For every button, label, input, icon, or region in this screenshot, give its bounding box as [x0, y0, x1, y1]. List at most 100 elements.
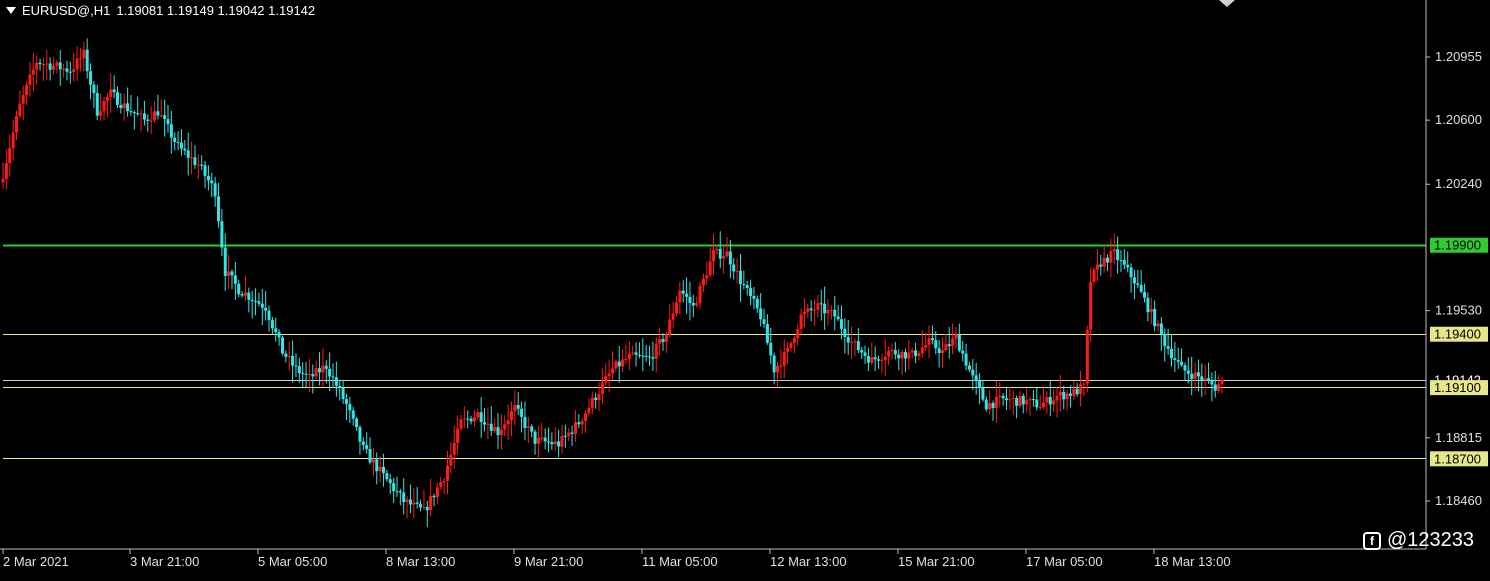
- candle-body: [476, 412, 480, 418]
- candle-body: [1038, 407, 1042, 409]
- time-tick-label: 18 Mar 13:00: [1154, 554, 1231, 569]
- candle-body: [95, 93, 99, 116]
- candle-body: [267, 310, 271, 320]
- dropdown-triangle-icon[interactable]: [6, 7, 16, 14]
- candle-body: [563, 435, 567, 437]
- candle-body: [264, 307, 268, 311]
- candle-body: [954, 334, 958, 339]
- candlestick-chart[interactable]: 1.20955 1.20600 1.20240 1.19530 1.18815 1.184…: [0, 0, 1490, 576]
- candle-body: [547, 441, 551, 443]
- candle-body: [624, 358, 628, 360]
- candle-body: [994, 396, 998, 409]
- candle-body: [1028, 399, 1032, 401]
- candle-body: [978, 381, 982, 388]
- candle-body: [8, 148, 12, 164]
- candle-body: [190, 157, 194, 159]
- candle-body: [863, 352, 867, 356]
- candle-body: [577, 422, 581, 425]
- price-tick-label: 1.18815: [1435, 430, 1482, 445]
- candle-body: [109, 89, 113, 97]
- candle-body: [1075, 388, 1079, 395]
- watermark: f @123233: [1362, 529, 1474, 552]
- candle-body: [796, 328, 800, 339]
- candle-body: [1011, 398, 1015, 400]
- time-tick-label: 12 Mar 13:00: [770, 554, 847, 569]
- candle-body: [509, 411, 513, 421]
- candle-body: [351, 410, 355, 419]
- candle-body: [378, 466, 382, 472]
- candle-body: [732, 264, 736, 272]
- candle-body: [802, 311, 806, 315]
- candle-body: [112, 89, 116, 93]
- candle-body: [1072, 388, 1076, 396]
- candle-body: [718, 248, 722, 259]
- time-tick-label: 2 Mar 2021: [3, 554, 69, 569]
- candle-body: [408, 499, 412, 505]
- candle-body: [52, 65, 56, 70]
- candle-body: [486, 423, 490, 425]
- candle-body: [1085, 329, 1089, 384]
- candle-body: [452, 442, 456, 455]
- candle-body: [1055, 395, 1059, 401]
- candle-body: [516, 405, 520, 409]
- candle-body: [897, 354, 901, 359]
- candle-body: [927, 338, 931, 345]
- candle-body: [1129, 267, 1133, 278]
- candle-body: [880, 359, 884, 361]
- candle-body: [196, 164, 200, 166]
- candle-body: [738, 270, 742, 284]
- candle-body: [257, 301, 261, 304]
- candle-body: [1213, 384, 1217, 391]
- candle-body: [11, 132, 15, 149]
- price-tick-label: 1.20240: [1435, 176, 1482, 191]
- candle-body: [1166, 346, 1170, 349]
- candle-body: [735, 270, 739, 272]
- candle-body: [388, 479, 392, 484]
- candle-body: [1116, 249, 1120, 260]
- level-label: 1.19100: [1434, 380, 1481, 395]
- candle-body: [637, 354, 641, 356]
- candle-body: [674, 302, 678, 314]
- candle-body: [971, 369, 975, 376]
- candle-body: [338, 385, 342, 388]
- candle-body: [493, 427, 497, 431]
- candle-body: [382, 466, 386, 474]
- candle-body: [685, 293, 689, 297]
- candle-body: [489, 423, 493, 431]
- candle-body: [759, 308, 763, 320]
- candle-body: [277, 332, 281, 338]
- candle-body: [139, 113, 143, 115]
- candle-body: [136, 113, 140, 115]
- candle-body: [617, 361, 621, 367]
- candle-body: [776, 365, 780, 373]
- candle-body: [914, 350, 918, 357]
- candle-body: [910, 350, 914, 353]
- candle-body: [459, 419, 463, 429]
- candle-body: [105, 96, 109, 101]
- candle-body: [392, 483, 396, 492]
- candle-body: [661, 339, 665, 342]
- candle-body: [230, 271, 234, 276]
- candle-body: [981, 387, 985, 400]
- symbol-label: EURUSD@,H1: [22, 3, 111, 18]
- candle-body: [526, 426, 530, 429]
- candle-body: [806, 308, 810, 312]
- candle-body: [907, 352, 911, 359]
- candle-body: [1079, 384, 1083, 395]
- candle-body: [809, 308, 813, 311]
- candle-body: [334, 377, 338, 386]
- chart-canvas[interactable]: 1.20955 1.20600 1.20240 1.19530 1.18815 1.184…: [0, 0, 1490, 576]
- candle-body: [324, 365, 328, 369]
- candle-body: [839, 319, 843, 329]
- candle-body: [597, 393, 601, 401]
- time-tick-label: 17 Mar 05:00: [1026, 554, 1103, 569]
- candle-body: [220, 221, 224, 248]
- candle-body: [520, 408, 524, 417]
- candle-body: [701, 278, 705, 286]
- candle-body: [587, 407, 591, 414]
- candle-body: [132, 112, 136, 114]
- candle-body: [742, 283, 746, 286]
- candle-body: [903, 351, 907, 359]
- candle-body: [435, 487, 439, 498]
- candle-body: [1149, 308, 1153, 313]
